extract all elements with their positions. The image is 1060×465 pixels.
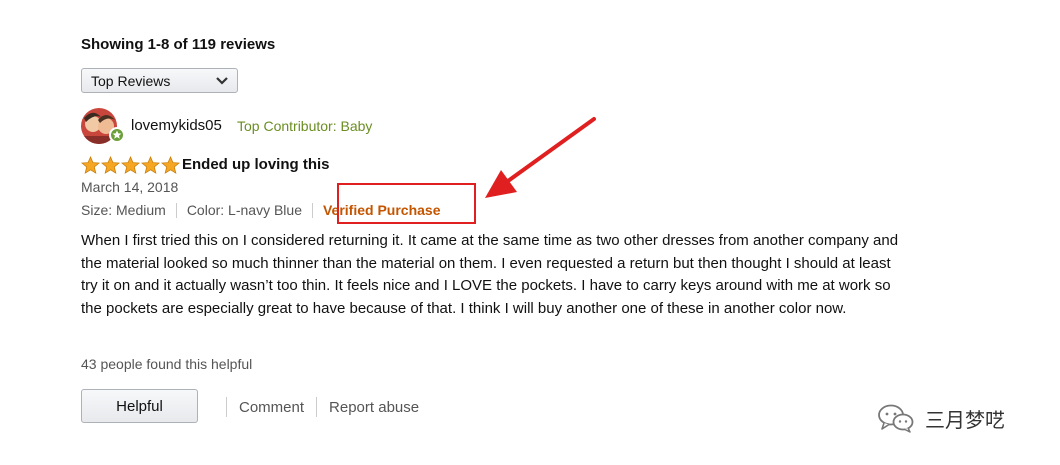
color-label: Color: L-navy Blue bbox=[186, 202, 302, 218]
watermark-text: 三月梦呓 bbox=[925, 407, 1005, 432]
helpful-button[interactable]: Helpful bbox=[81, 389, 198, 423]
star-icon bbox=[121, 156, 140, 174]
divider bbox=[311, 202, 313, 218]
review-body: When I first tried this on I considered … bbox=[81, 232, 899, 317]
divider bbox=[226, 397, 227, 417]
annotation-highlight-box bbox=[337, 183, 476, 224]
star-icon bbox=[141, 156, 160, 174]
watermark: 三月梦呓 bbox=[877, 403, 1005, 433]
size-label: Size: Medium bbox=[81, 202, 166, 218]
review-title[interactable]: Ended up loving this bbox=[182, 156, 330, 173]
reviews-summary: Showing 1-8 of 119 reviews bbox=[81, 36, 276, 53]
review-date: March 14, 2018 bbox=[81, 179, 179, 195]
reviewer-name[interactable]: lovemykids05 bbox=[131, 117, 222, 134]
wechat-icon bbox=[878, 404, 914, 433]
sort-dropdown[interactable]: Top Reviews bbox=[81, 68, 238, 93]
contributor-badge-icon bbox=[109, 127, 125, 143]
contributor-badge[interactable]: Top Contributor: Baby bbox=[237, 118, 372, 134]
sort-selected-label: Top Reviews bbox=[91, 72, 171, 89]
divider bbox=[175, 202, 177, 218]
helpful-count: 43 people found this helpful bbox=[81, 356, 253, 372]
report-abuse-link[interactable]: Report abuse bbox=[329, 399, 419, 416]
star-icon bbox=[81, 156, 100, 174]
comment-link[interactable]: Comment bbox=[239, 399, 304, 416]
annotation-arrow-icon bbox=[485, 117, 596, 198]
star-icon bbox=[101, 156, 120, 174]
divider bbox=[316, 397, 318, 417]
review-actions: Comment Report abuse bbox=[214, 397, 419, 417]
chevron-down-icon bbox=[216, 77, 228, 85]
star-icon bbox=[161, 156, 180, 174]
star-rating[interactable] bbox=[81, 156, 180, 175]
